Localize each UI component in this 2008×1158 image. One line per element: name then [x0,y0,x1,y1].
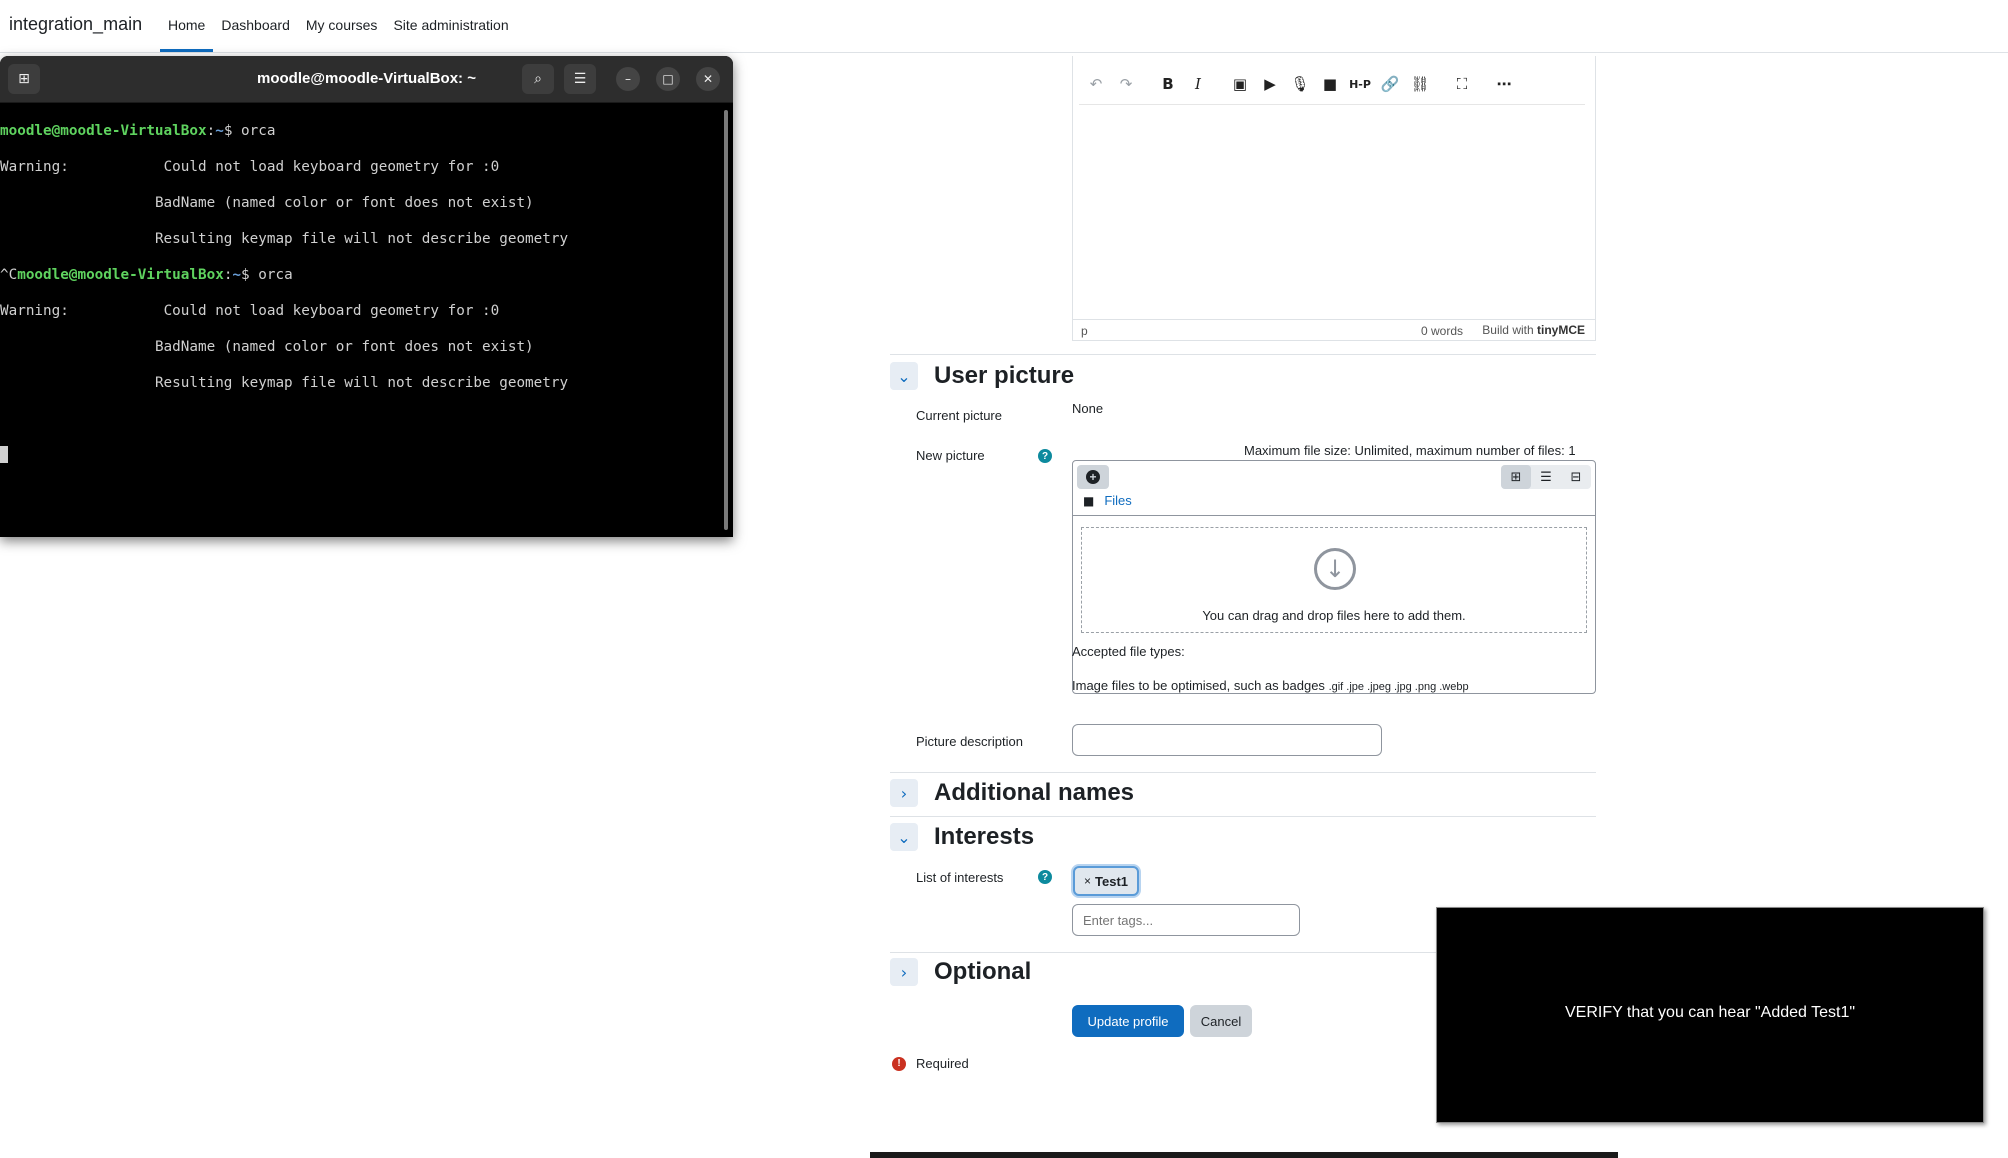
microphone-icon[interactable]: 🎙 [1285,72,1315,96]
picture-description-label: Picture description [916,734,1023,749]
terminal-titlebar[interactable]: ⊞ moodle@moodle-VirtualBox: ~ ⌕ ☰ – □ ✕ [0,56,733,103]
help-icon[interactable]: ? [1038,870,1052,884]
editor-statusbar: p 0 words Build with tinyMCE [1073,319,1595,340]
nav-home[interactable]: Home [160,0,214,52]
section-title-interests: Interests [934,823,1035,850]
search-icon[interactable]: ⌕ [522,64,554,94]
tree-view-icon[interactable]: ⊟ [1561,465,1591,489]
grid-view-icon[interactable]: ⊞ [1501,465,1531,489]
current-picture-value: None [1072,401,1104,416]
remove-tag-icon[interactable]: × [1084,874,1091,888]
media-icon[interactable]: ▶ [1255,72,1285,96]
fullscreen-icon[interactable]: ⛶ [1447,72,1477,96]
plus-icon: + [1086,470,1100,484]
nav-my-courses[interactable]: My courses [298,0,386,52]
file-drop-zone[interactable]: ↓ You can drag and drop files here to ad… [1081,527,1587,633]
required-icon: ! [892,1056,906,1071]
update-profile-button[interactable]: Update profile [1072,1005,1184,1037]
redo-icon[interactable]: ↷ [1111,72,1141,96]
interest-tag[interactable]: × Test1 [1073,866,1140,896]
files-link[interactable]: Files [1104,493,1131,508]
verify-overlay: VERIFY that you can hear "Added Test1" [1436,907,1984,1123]
folder-icon: ■ [1083,493,1095,508]
interest-tag-label: Test1 [1095,873,1129,889]
bold-icon[interactable]: B [1153,72,1183,96]
picture-description-input[interactable] [1072,724,1382,756]
terminal-cursor [0,446,8,463]
terminal-window[interactable]: ⊞ moodle@moodle-VirtualBox: ~ ⌕ ☰ – □ ✕ … [0,56,733,537]
terminal-scrollbar[interactable] [724,110,728,530]
additional-names-section-header[interactable]: › Additional names [890,779,1134,807]
terminal-output[interactable]: moodle@moodle-VirtualBox:~$ orca Warning… [0,104,720,537]
list-view-icon[interactable]: ☰ [1531,465,1561,489]
file-path: ■ Files [1083,493,1132,508]
help-icon[interactable]: ? [1038,449,1052,463]
required-text: Required [916,1056,969,1071]
new-picture-label: New picture [916,448,985,463]
verify-instruction: VERIFY that you can hear "Added Test1" [1564,1004,1856,1021]
image-icon[interactable]: ▣ [1225,72,1255,96]
list-of-interests-label: List of interests [916,870,1004,885]
nav-site-administration[interactable]: Site administration [385,0,516,52]
required-legend: ! Required [892,1056,969,1071]
maximize-icon[interactable]: □ [656,67,680,91]
tags-input[interactable] [1072,904,1300,936]
editor-toolbar: ↶ ↷ B I ▣ ▶ 🎙 ■ H-P 🔗 ⛓ ⛶ ⋯ [1081,72,1519,96]
hamburger-menu-icon[interactable]: ☰ [564,64,596,94]
video-camera-icon[interactable]: ■ [1315,72,1345,96]
cancel-button[interactable]: Cancel [1190,1005,1252,1037]
top-navbar: integration_main Home Dashboard My cours… [0,0,2008,53]
nav-dashboard[interactable]: Dashboard [213,0,298,52]
section-title-additional-names: Additional names [934,779,1135,806]
chevron-down-icon[interactable]: ⌄ [890,362,918,390]
primary-navigation: Home Dashboard My courses Site administr… [160,0,517,52]
user-picture-section-header[interactable]: ⌄ User picture [890,362,1074,390]
drop-zone-text: You can drag and drop files here to add … [1202,608,1466,623]
add-file-button[interactable]: + [1077,465,1109,489]
minimize-icon[interactable]: – [616,67,640,91]
interests-section-header[interactable]: ⌄ Interests [890,823,1034,851]
chevron-down-icon[interactable]: ⌄ [890,823,918,851]
download-arrow-icon: ↓ [1314,548,1356,590]
accepted-file-types-desc: Image files to be optimised, such as bad… [1072,678,1469,693]
current-picture-label: Current picture [916,408,1002,423]
more-icon[interactable]: ⋯ [1489,72,1519,96]
section-title-optional: Optional [934,958,1032,985]
chevron-right-icon[interactable]: › [890,779,918,807]
close-icon[interactable]: ✕ [696,67,720,91]
max-file-size-info: Maximum file size: Unlimited, maximum nu… [1244,443,1576,458]
link-icon[interactable]: 🔗 [1375,72,1405,96]
editor-word-count[interactable]: 0 words [1421,324,1463,338]
undo-icon[interactable]: ↶ [1081,72,1111,96]
unlink-icon[interactable]: ⛓ [1405,72,1435,96]
editor-branding[interactable]: Build with tinyMCE [1482,323,1585,337]
accepted-file-types-label: Accepted file types: [1072,644,1185,659]
h5p-icon[interactable]: H-P [1345,72,1375,96]
section-title-user-picture: User picture [934,362,1075,389]
view-switcher: ⊞ ☰ ⊟ [1501,465,1591,489]
bottom-bar [870,1152,1618,1158]
site-name[interactable]: integration_main [9,14,142,35]
editor-element-path[interactable]: p [1081,324,1088,338]
italic-icon[interactable]: I [1183,72,1213,96]
description-editor: ↶ ↷ B I ▣ ▶ 🎙 ■ H-P 🔗 ⛓ ⛶ ⋯ p 0 words Bu… [1072,56,1596,341]
optional-section-header[interactable]: › Optional [890,958,1031,986]
chevron-right-icon[interactable]: › [890,958,918,986]
